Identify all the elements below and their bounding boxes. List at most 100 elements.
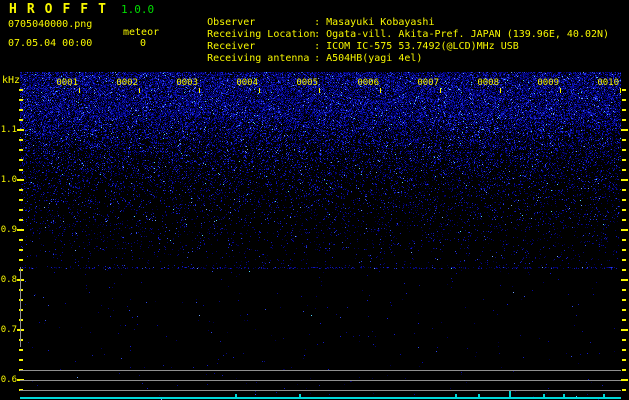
- freq-tick-label: 1.0: [0, 175, 17, 185]
- info-label: Receiving antenna: [207, 53, 310, 64]
- signal-blip: [603, 394, 605, 397]
- time-tick-label: 0010: [597, 78, 619, 88]
- time-tick-mark: [319, 88, 320, 93]
- freq-tick-label: 0.6: [0, 375, 17, 385]
- freq-minor-tick-left: [19, 219, 23, 221]
- freq-minor-tick-left: [19, 249, 23, 251]
- freq-minor-tick-left: [19, 199, 23, 201]
- time-tick-label: 0001: [56, 78, 78, 88]
- time-tick-mark: [560, 88, 561, 93]
- freq-minor-tick-right: [622, 369, 626, 371]
- freq-minor-tick-left: [19, 239, 23, 241]
- signal-blip: [455, 394, 457, 397]
- signal-blip: [299, 394, 301, 397]
- freq-major-tick-left: [17, 129, 24, 131]
- freq-minor-tick-right: [622, 239, 626, 241]
- freq-minor-tick-left: [19, 209, 23, 211]
- freq-minor-tick-right: [622, 199, 626, 201]
- freq-minor-tick-right: [622, 249, 626, 251]
- datetime-label: 07.05.04 00:00: [8, 38, 93, 49]
- reference-gridline: [20, 390, 621, 391]
- freq-minor-tick-left: [19, 139, 23, 141]
- time-tick-mark: [440, 88, 441, 93]
- freq-minor-tick-right: [622, 309, 626, 311]
- freq-minor-tick-right: [622, 169, 626, 171]
- signal-blip: [235, 394, 237, 397]
- freq-minor-tick-left: [19, 189, 23, 191]
- freq-minor-tick-left: [19, 149, 23, 151]
- freq-major-tick-right: [621, 179, 628, 181]
- freq-tick-label: 1.1: [0, 125, 17, 135]
- app-version: 1.0.0: [121, 3, 155, 16]
- freq-minor-tick-right: [622, 89, 626, 91]
- freq-minor-tick-right: [622, 99, 626, 101]
- time-tick-mark: [500, 88, 501, 93]
- freq-minor-tick-right: [622, 219, 626, 221]
- signal-blip: [478, 394, 480, 397]
- freq-major-tick-right: [621, 329, 628, 331]
- freq-minor-tick-right: [622, 139, 626, 141]
- time-tick-label: 0007: [417, 78, 439, 88]
- freq-minor-tick-right: [622, 119, 626, 121]
- freq-minor-tick-right: [622, 209, 626, 211]
- freq-tick-label: 0.7: [0, 325, 17, 335]
- time-tick-mark: [259, 88, 260, 93]
- freq-minor-tick-left: [19, 159, 23, 161]
- freq-minor-tick-left: [19, 359, 23, 361]
- time-tick-label: 0002: [116, 78, 138, 88]
- time-tick-mark: [620, 88, 621, 93]
- signal-scale-bar: [20, 267, 21, 347]
- freq-minor-tick-right: [622, 269, 626, 271]
- freq-minor-tick-right: [622, 319, 626, 321]
- freq-minor-tick-right: [622, 109, 626, 111]
- time-tick-label: 0004: [236, 78, 258, 88]
- time-tick-label: 0003: [176, 78, 198, 88]
- time-tick-label: 0008: [477, 78, 499, 88]
- time-tick-mark: [139, 88, 140, 93]
- freq-minor-tick-right: [622, 389, 626, 391]
- spectrogram-noise: [20, 72, 621, 400]
- mode-label: meteor: [123, 27, 160, 38]
- time-tick-mark: [380, 88, 381, 93]
- time-tick-label: 0006: [357, 78, 379, 88]
- signal-blip: [509, 391, 511, 397]
- freq-minor-tick-left: [19, 109, 23, 111]
- freq-minor-tick-right: [622, 349, 626, 351]
- freq-minor-tick-right: [622, 149, 626, 151]
- freq-minor-tick-left: [19, 119, 23, 121]
- time-tick-label: 0005: [296, 78, 318, 88]
- app-title: HROFFT: [9, 2, 116, 17]
- freq-major-tick-left: [17, 229, 24, 231]
- info-colon: :: [314, 53, 321, 64]
- reference-gridline: [20, 380, 621, 381]
- freq-minor-tick-right: [622, 339, 626, 341]
- freq-minor-tick-right: [622, 289, 626, 291]
- freq-minor-tick-left: [19, 99, 23, 101]
- time-tick-label: 0009: [537, 78, 559, 88]
- output-filename: 0705040000.png: [8, 19, 93, 30]
- freq-minor-tick-left: [19, 349, 23, 351]
- freq-minor-tick-left: [19, 89, 23, 91]
- info-row-antenna: Receiving antenna: A504HB(yagi 4el): [183, 42, 422, 75]
- freq-tick-label: 0.8: [0, 275, 17, 285]
- freq-minor-tick-left: [19, 259, 23, 261]
- freq-tick-label: 0.9: [0, 225, 17, 235]
- meteor-count: 0: [140, 38, 147, 49]
- hrofft-screen: HROFFT 1.0.0 0705040000.png meteor 07.05…: [0, 0, 629, 400]
- freq-major-tick-right: [621, 229, 628, 231]
- time-tick-mark: [79, 88, 80, 93]
- signal-blip: [563, 394, 565, 397]
- freq-minor-tick-right: [622, 159, 626, 161]
- signal-level-trace: [20, 397, 621, 399]
- freq-minor-tick-right: [622, 299, 626, 301]
- signal-blip: [543, 394, 545, 397]
- freq-minor-tick-right: [622, 359, 626, 361]
- reference-gridline: [20, 370, 621, 371]
- freq-major-tick-right: [621, 129, 628, 131]
- info-value: A504HB(yagi 4el): [326, 53, 423, 64]
- freq-minor-tick-left: [19, 169, 23, 171]
- freq-minor-tick-right: [622, 189, 626, 191]
- time-tick-mark: [199, 88, 200, 93]
- freq-minor-tick-right: [622, 259, 626, 261]
- freq-major-tick-right: [621, 379, 628, 381]
